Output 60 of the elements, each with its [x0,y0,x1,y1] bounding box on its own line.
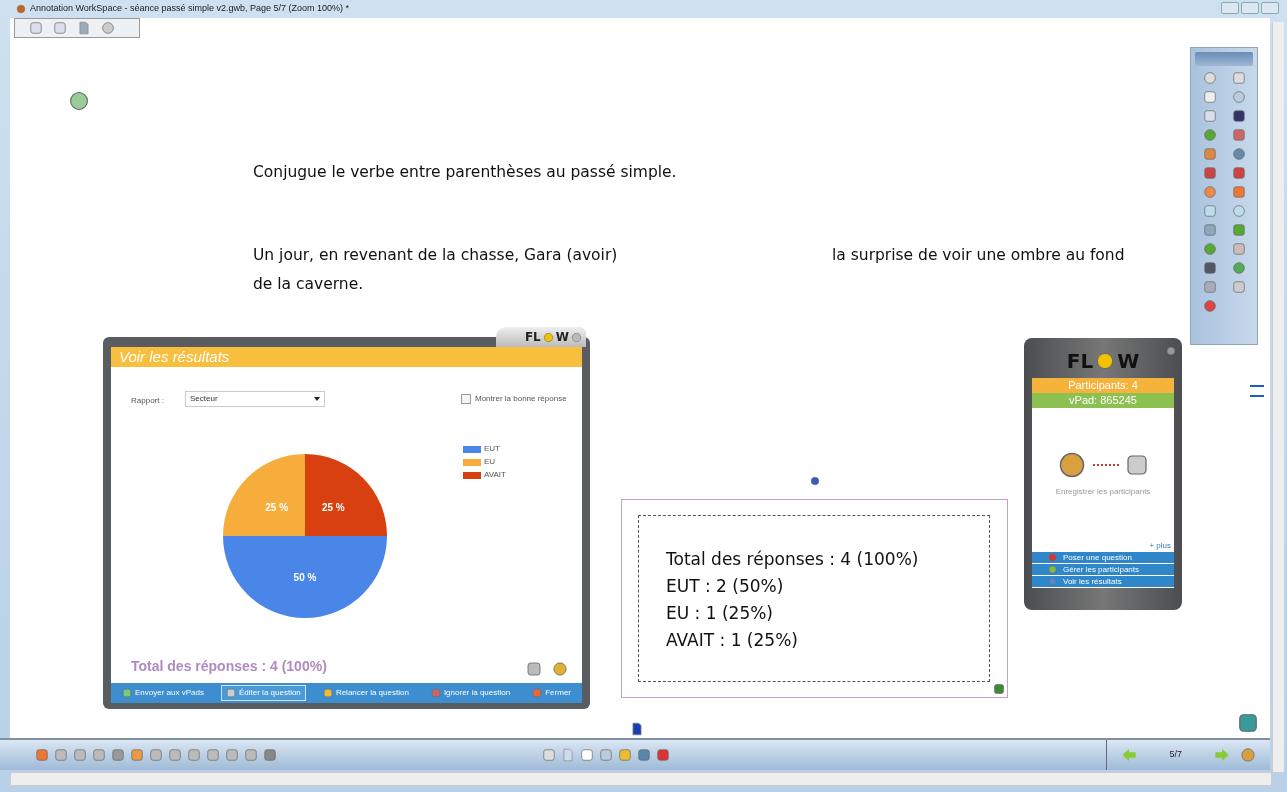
logo-text: W [555,329,569,346]
register-text: Enregistrer les participants [1054,486,1152,498]
slice-label: 50 % [293,572,317,583]
vertical-scrollbar[interactable] [1272,22,1284,772]
maximize-button[interactable] [1241,2,1259,14]
minimize-button[interactable] [1221,2,1239,14]
show-answer-checkbox[interactable]: Montrer la bonne réponse [461,393,567,405]
button-icon [226,688,236,698]
checkbox[interactable] [461,394,471,404]
logo-text: FL [1066,348,1094,375]
minimize-icon[interactable] [1166,346,1176,356]
close-icon[interactable] [571,331,582,343]
report-label: Rapport : [131,395,164,407]
forward-arrow-icon[interactable] [1214,747,1230,763]
participants-count: Participants: 4 [1032,378,1174,393]
toolbar-button[interactable]: Envoyer aux vPads [117,685,209,701]
legend-label: AVAIT [484,469,506,481]
toolbar-button[interactable]: Relancer la question [317,685,414,701]
window-title: Annotation WorkSpace - séance passé simple v2.gwb, Page 5/7 (Zoom 100%) * [30,2,349,16]
page-indicator: 5/7 [1169,748,1182,762]
logo-text: W [1117,348,1140,375]
menu-item[interactable]: Voir les résultats [1032,576,1174,588]
report-dropdown[interactable]: Secteur [185,391,325,407]
tool-icon[interactable] [1202,261,1217,275]
menu-item[interactable]: Poser une question [1032,552,1174,564]
instruction-text: Conjugue le verbe entre parenthèses au passé simple. [253,162,677,183]
window-header: Voir les résultats [111,347,582,367]
logo-text: FL [524,329,541,346]
button-icon [532,688,543,698]
legend-label: EU [484,456,496,468]
text-box-line: EU : 1 (25%) [666,602,774,625]
close-button[interactable] [1261,2,1279,14]
resize-handle-icon[interactable] [993,683,1005,695]
tool-icon[interactable] [656,748,670,762]
slice-label: 25 % [321,501,345,513]
text-box-line: Total des réponses : 4 (100%) [666,548,920,571]
more-link[interactable]: + plus [1032,540,1174,552]
palette-header [1195,52,1253,66]
button-icon [122,688,132,698]
toolbar-button[interactable]: Ignorer la question [425,685,516,701]
total-responses-text: Total des réponses : 4 (100%) [131,657,327,676]
tool-icon[interactable] [1231,109,1246,123]
sentence-text: de la caverne. [253,274,364,295]
app-icon [16,4,26,14]
sentence-text: la surprise de voir une ombre au fond [832,245,1125,266]
toolbar-button[interactable]: Éditer la question [221,685,306,701]
back-arrow-icon[interactable] [1121,747,1138,763]
tool-icon[interactable] [1231,166,1246,180]
slice-label: 25 % [265,501,289,513]
menu-item[interactable]: Gérer les participants [1032,564,1174,576]
text-box-line: EUT : 2 (50%) [666,575,785,598]
sentence-text: Un jour, en revenant de la chasse, Gara (avoir) [253,245,618,266]
vpad-code: vPad: 865245 [1032,393,1174,408]
legend-label: EUT [484,443,500,455]
button-icon [322,688,333,698]
button-icon [430,688,441,698]
horizontal-scrollbar[interactable] [10,772,1272,786]
caret-icon [314,397,320,401]
toolbar-button[interactable]: Fermer [527,685,576,701]
text-box-line: AVAIT : 1 (25%) [666,629,799,652]
